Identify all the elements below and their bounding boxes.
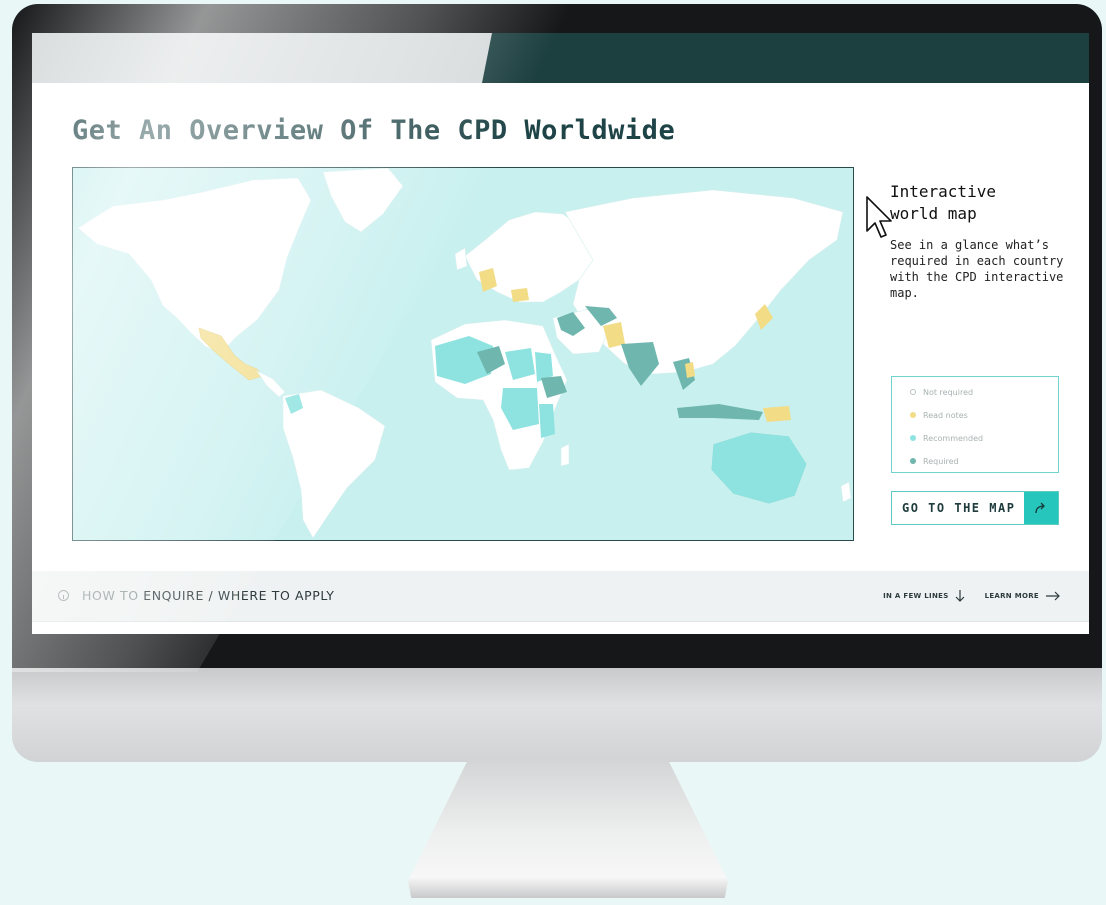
info-prefix: HOW TO: [82, 588, 139, 603]
go-to-map-button[interactable]: GO TO THE MAP: [891, 491, 1059, 525]
greenland: [322, 168, 404, 233]
mouse-pointer-icon: [866, 196, 892, 238]
legend-item-recommended: Recommended: [910, 431, 983, 445]
page-title: Get An Overview Of The CPD Worldwide: [72, 115, 676, 146]
side-title: Interactive world map: [890, 181, 1070, 225]
in-a-few-lines-label: IN A FEW LINES: [883, 592, 949, 600]
uk: [454, 247, 468, 271]
central-america: [256, 370, 286, 398]
legend-label: Not required: [923, 387, 974, 397]
go-to-map-label: GO TO THE MAP: [902, 501, 1016, 515]
legend-item-not-required: Not required: [910, 385, 973, 399]
arrow-right-icon: [1046, 591, 1060, 601]
header-bar: [32, 33, 1089, 83]
legend-item-read-notes: Read notes: [910, 408, 968, 422]
side-description: See in a glance what’s required in each …: [890, 238, 1064, 300]
in-a-few-lines-link[interactable]: IN A FEW LINES: [883, 589, 964, 603]
side-title-line2: world map: [890, 204, 977, 223]
legend-label: Read notes: [923, 410, 968, 420]
madagascar: [560, 443, 570, 467]
world-map[interactable]: [72, 167, 854, 541]
learn-more-link[interactable]: LEARN MORE: [985, 591, 1061, 601]
romania: [511, 288, 529, 302]
map-intro: Interactive world map See in a glance wh…: [890, 181, 1070, 301]
south-america: [282, 389, 386, 539]
learn-more-label: LEARN MORE: [984, 592, 1039, 600]
indonesia: [677, 404, 763, 420]
australia: [710, 431, 808, 505]
legend-label: Recommended: [923, 433, 984, 443]
legend-dot-required: [910, 458, 916, 464]
east-africa: [539, 404, 555, 438]
legend-dot-recommended: [910, 435, 916, 441]
north-america: [77, 177, 312, 355]
world-map-svg: [77, 168, 852, 539]
redirect-arrow-icon: [1024, 492, 1058, 524]
info-bar: HOW TO ENQUIRE / WHERE TO APPLY IN A FEW…: [32, 571, 1089, 622]
legend-dot-read-notes: [910, 412, 916, 418]
info-icon: [58, 590, 69, 601]
arrow-down-icon: [955, 590, 964, 602]
header-light-panel: [32, 33, 492, 83]
new-zealand: [840, 481, 852, 503]
papua: [763, 406, 791, 422]
monitor-chin: [12, 668, 1102, 762]
asia: [564, 189, 844, 375]
side-title-line1: Interactive: [890, 182, 996, 201]
info-links: IN A FEW LINES LEARN MORE: [883, 589, 1061, 603]
info-text: ENQUIRE / WHERE TO APPLY: [143, 588, 335, 603]
screen: Get An Overview Of The CPD Worldwide Int…: [32, 33, 1089, 634]
monitor-stand: [408, 758, 728, 898]
legend-label: Required: [923, 456, 959, 466]
enquire-link[interactable]: HOW TO ENQUIRE / WHERE TO APPLY: [82, 588, 335, 603]
legend-dot-not-required: [910, 389, 916, 395]
legend-item-required: Required: [910, 454, 959, 468]
map-legend: Not required Read notes Recommended Requ…: [891, 376, 1059, 473]
